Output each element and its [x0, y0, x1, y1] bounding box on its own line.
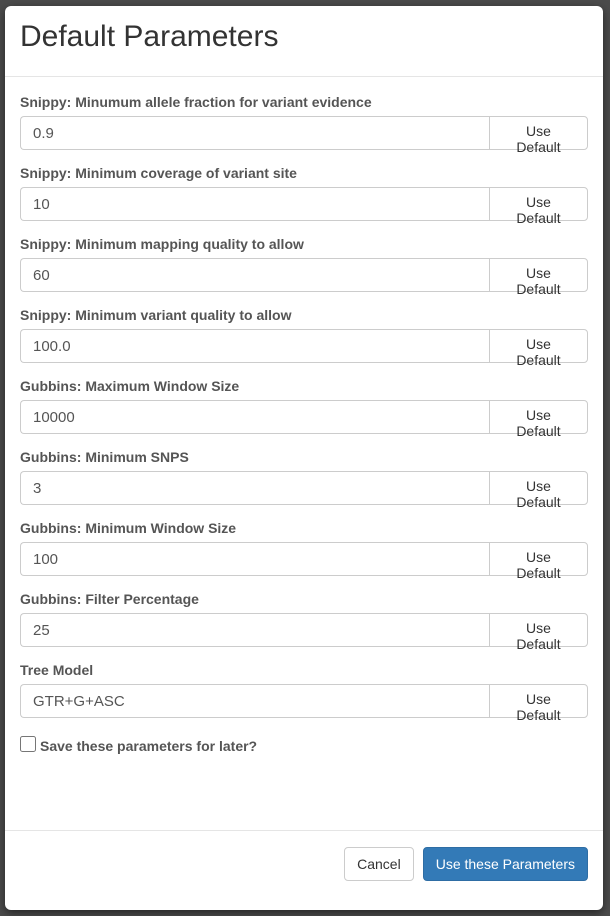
use-default-button[interactable]: Use Default — [489, 258, 588, 297]
save-parameters-row: Save these parameters for later? — [20, 736, 588, 756]
param-group-tree-model: Tree Model Use Default — [20, 661, 588, 723]
param-group-variant-quality: Snippy: Minimum variant quality to allow… — [20, 306, 588, 368]
param-group-min-window: Gubbins: Minimum Window Size Use Default — [20, 519, 588, 581]
param-label: Snippy: Minimum variant quality to allow — [20, 307, 292, 323]
param-group-min-coverage: Snippy: Minimum coverage of variant site… — [20, 164, 588, 226]
param-group-max-window: Gubbins: Maximum Window Size Use Default — [20, 377, 588, 439]
param-input-group: Use Default — [20, 684, 588, 723]
param-label: Gubbins: Minimum Window Size — [20, 520, 237, 536]
param-input-group: Use Default — [20, 116, 588, 155]
param-input-group: Use Default — [20, 613, 588, 652]
tree-model-input[interactable] — [20, 684, 489, 718]
param-group-allele-fraction: Snippy: Minumum allele fraction for vari… — [20, 93, 588, 155]
min-window-size-input[interactable] — [20, 542, 489, 576]
dialog-body: Snippy: Minumum allele fraction for vari… — [5, 77, 603, 756]
cancel-button[interactable]: Cancel — [344, 847, 414, 881]
max-window-size-input[interactable] — [20, 400, 489, 434]
param-label: Snippy: Minimum coverage of variant site — [20, 165, 297, 181]
filter-percentage-input[interactable] — [20, 613, 489, 647]
allele-fraction-input[interactable] — [20, 116, 489, 150]
param-input-group: Use Default — [20, 258, 588, 297]
param-input-group: Use Default — [20, 400, 588, 439]
use-default-button[interactable]: Use Default — [489, 329, 588, 368]
param-label: Tree Model — [20, 662, 94, 678]
param-input-group: Use Default — [20, 471, 588, 510]
mapping-quality-input[interactable] — [20, 258, 489, 292]
use-default-button[interactable]: Use Default — [489, 471, 588, 510]
use-default-button[interactable]: Use Default — [489, 116, 588, 155]
save-parameters-checkbox[interactable] — [20, 736, 36, 752]
dialog-footer: Cancel Use these Parameters — [5, 830, 603, 910]
dialog-title: Default Parameters — [20, 20, 279, 53]
param-label: Gubbins: Minimum SNPS — [20, 449, 189, 465]
save-parameters-label[interactable]: Save these parameters for later? — [40, 736, 257, 756]
param-input-group: Use Default — [20, 329, 588, 368]
param-label: Snippy: Minimum mapping quality to allow — [20, 236, 304, 252]
param-label: Gubbins: Filter Percentage — [20, 591, 199, 607]
default-parameters-dialog: Default Parameters Snippy: Minumum allel… — [5, 6, 603, 910]
param-group-filter-percentage: Gubbins: Filter Percentage Use Default — [20, 590, 588, 652]
dialog-header: Default Parameters — [5, 6, 603, 77]
use-default-button[interactable]: Use Default — [489, 684, 588, 723]
param-label: Gubbins: Maximum Window Size — [20, 378, 240, 394]
param-group-min-snps: Gubbins: Minimum SNPS Use Default — [20, 448, 588, 510]
use-default-button[interactable]: Use Default — [489, 187, 588, 226]
param-group-mapping-quality: Snippy: Minimum mapping quality to allow… — [20, 235, 588, 297]
min-coverage-input[interactable] — [20, 187, 489, 221]
param-input-group: Use Default — [20, 187, 588, 226]
use-default-button[interactable]: Use Default — [489, 400, 588, 439]
param-label: Snippy: Minumum allele fraction for vari… — [20, 94, 372, 110]
use-parameters-button[interactable]: Use these Parameters — [422, 847, 588, 881]
variant-quality-input[interactable] — [20, 329, 489, 363]
param-input-group: Use Default — [20, 542, 588, 581]
use-default-button[interactable]: Use Default — [489, 542, 588, 581]
use-default-button[interactable]: Use Default — [489, 613, 588, 652]
min-snps-input[interactable] — [20, 471, 489, 505]
